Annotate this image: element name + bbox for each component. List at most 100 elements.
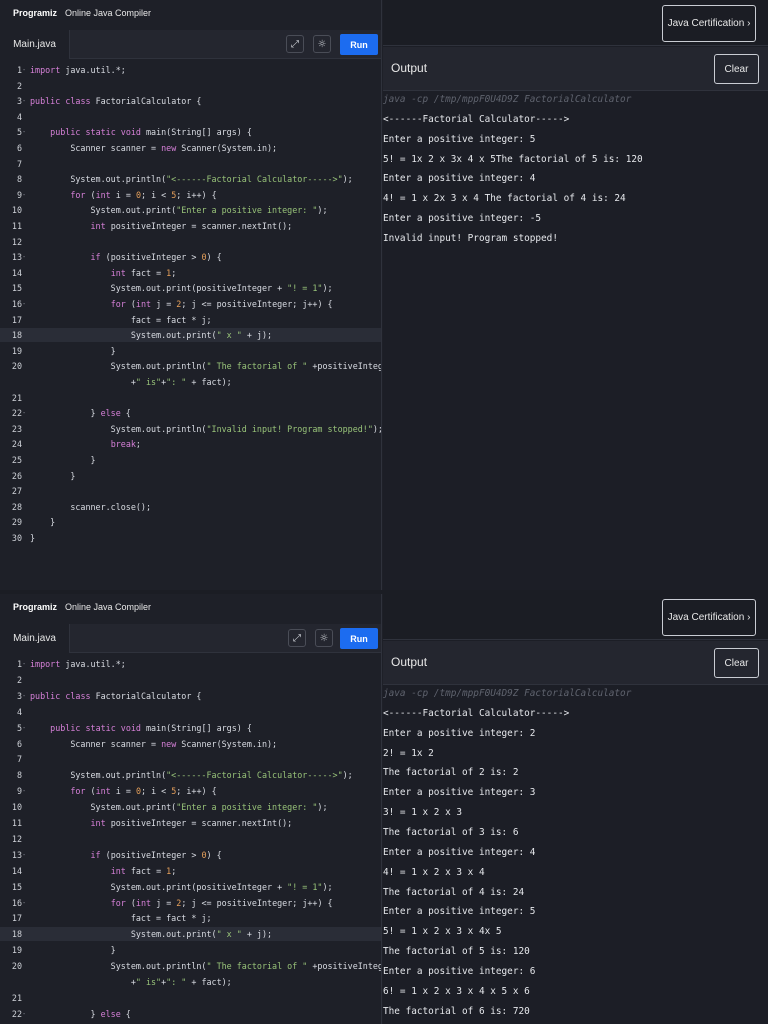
fold-toggle-icon[interactable]: -: [22, 1007, 28, 1021]
code-line[interactable]: 10 System.out.print("Enter a positive in…: [0, 800, 381, 814]
code-text: public class FactorialCalculator {: [30, 690, 202, 701]
tab-main-java[interactable]: Main.java: [0, 30, 70, 59]
java-certification-button[interactable]: Java Certification ›: [662, 599, 756, 636]
fold-toggle-icon[interactable]: -: [22, 250, 28, 264]
programiz-logo[interactable]: Programiz: [13, 602, 57, 612]
run-button[interactable]: Run: [340, 628, 378, 649]
code-line[interactable]: 12: [0, 832, 381, 846]
code-line[interactable]: 6 Scanner scanner = new Scanner(System.i…: [0, 737, 381, 751]
tab-main-java[interactable]: Main.java: [0, 624, 70, 653]
code-line[interactable]: 13- if (positiveInteger > 0) {: [0, 848, 381, 862]
fold-toggle-icon[interactable]: -: [22, 721, 28, 735]
fold-toggle-icon[interactable]: -: [22, 63, 28, 77]
code-line[interactable]: 6 Scanner scanner = new Scanner(System.i…: [0, 141, 381, 155]
code-text: for (int j = 2; j <= positiveInteger; j+…: [110, 299, 333, 309]
code-line[interactable]: 4: [0, 110, 381, 124]
line-number: 5: [16, 127, 22, 138]
code-line[interactable]: 16- for (int j = 2; j <= positiveInteger…: [0, 896, 381, 910]
code-line[interactable]: 16- for (int j = 2; j <= positiveInteger…: [0, 297, 381, 311]
code-line[interactable]: 30}: [0, 531, 381, 545]
output-line: 2! = 1x 2: [383, 747, 434, 759]
code-line[interactable]: 15 System.out.print(positiveInteger + "!…: [0, 880, 381, 894]
code-line[interactable]: 3- public class FactorialCalculator {: [0, 689, 381, 703]
code-line[interactable]: 25 }: [0, 453, 381, 467]
code-line[interactable]: 23 System.out.println("Invalid input! Pr…: [0, 422, 381, 436]
code-line[interactable]: 1- import java.util.*;: [0, 63, 381, 77]
code-line[interactable]: 22- } else {: [0, 406, 381, 420]
code-line[interactable]: 19 }: [0, 344, 381, 358]
code-line[interactable]: 28 scanner.close();: [0, 500, 381, 514]
fold-toggle-icon[interactable]: -: [22, 848, 28, 862]
code-text: System.out.print(" x " + j);: [30, 929, 273, 940]
code-line[interactable]: 14 int fact = 1;: [0, 864, 381, 878]
code-line[interactable]: 12: [0, 235, 381, 249]
code-line[interactable]: 18 System.out.print(" x " + j);: [0, 927, 381, 942]
code-text: System.out.print("Enter a positive integ…: [30, 802, 328, 813]
code-line[interactable]: 13- if (positiveInteger > 0) {: [0, 250, 381, 264]
code-line[interactable]: +" is"+": " + fact);: [0, 375, 381, 389]
code-line[interactable]: 26 }: [0, 469, 381, 483]
code-line[interactable]: 21: [0, 991, 381, 1005]
fullscreen-icon[interactable]: ⤢: [288, 629, 306, 647]
code-line[interactable]: 1- import java.util.*;: [0, 657, 381, 671]
fullscreen-icon[interactable]: ⤢: [286, 35, 304, 53]
code-editor[interactable]: 1- import java.util.*; 2 3- public class Fac…: [0, 63, 381, 563]
code-line[interactable]: 2: [0, 673, 381, 687]
code-line[interactable]: 17 fact = fact * j;: [0, 313, 381, 327]
code-line[interactable]: 18 System.out.print(" x " + j);: [0, 328, 381, 343]
code-line[interactable]: 22- } else {: [0, 1007, 381, 1021]
code-text: int positiveInteger = scanner.nextInt();: [90, 221, 293, 231]
code-line[interactable]: 8 System.out.println("<------Factorial C…: [0, 172, 381, 186]
fold-toggle-icon[interactable]: -: [22, 188, 28, 202]
code-editor[interactable]: 1- import java.util.*; 2 3- public class Fac…: [0, 657, 381, 1024]
code-line[interactable]: 9- for (int i = 0; i < 5; i++) {: [0, 784, 381, 798]
run-button[interactable]: Run: [340, 34, 378, 55]
clear-button[interactable]: Clear: [714, 54, 759, 84]
code-line[interactable]: 27: [0, 484, 381, 498]
code-line[interactable]: 15 System.out.print(positiveInteger + "!…: [0, 281, 381, 295]
code-line[interactable]: 11 int positiveInteger = scanner.nextInt…: [0, 219, 381, 233]
fold-toggle-icon[interactable]: -: [22, 297, 28, 311]
code-line[interactable]: 19 }: [0, 943, 381, 957]
theme-toggle-icon[interactable]: ☼: [313, 35, 331, 53]
code-line[interactable]: 14 int fact = 1;: [0, 266, 381, 280]
code-text: System.out.println("<------Factorial Cal…: [30, 770, 353, 781]
theme-toggle-icon[interactable]: ☼: [315, 629, 333, 647]
code-line[interactable]: 20 System.out.println(" The factorial of…: [0, 359, 381, 373]
code-text: for (int i = 0; i < 5; i++) {: [70, 786, 217, 797]
code-line[interactable]: 3- public class FactorialCalculator {: [0, 94, 381, 108]
line-number: 21: [11, 992, 22, 1003]
code-line[interactable]: 5- public static void main(String[] args…: [0, 125, 381, 139]
clear-button[interactable]: Clear: [714, 648, 759, 678]
fold-toggle-icon[interactable]: -: [22, 406, 28, 420]
fold-toggle-icon[interactable]: -: [22, 689, 28, 703]
output-line: The factorial of 4 is: 24: [383, 886, 525, 898]
code-text: +" is"+": " + fact);: [30, 377, 232, 387]
code-line[interactable]: 7: [0, 752, 381, 766]
code-line[interactable]: 24 break;: [0, 437, 381, 451]
code-line[interactable]: 8 System.out.println("<------Factorial C…: [0, 768, 381, 782]
code-line[interactable]: +" is"+": " + fact);: [0, 975, 381, 989]
programiz-logo[interactable]: Programiz: [13, 8, 57, 18]
code-line[interactable]: 4: [0, 705, 381, 719]
java-certification-button[interactable]: Java Certification ›: [662, 5, 756, 42]
code-text: int fact = 1;: [110, 267, 177, 278]
code-line[interactable]: 2: [0, 79, 381, 93]
line-number: 24: [11, 439, 22, 450]
code-line[interactable]: 10 System.out.print("Enter a positive in…: [0, 203, 381, 217]
fold-toggle-icon[interactable]: -: [22, 784, 28, 798]
line-number: 14: [11, 267, 22, 278]
code-line[interactable]: 20 System.out.println(" The factorial of…: [0, 959, 381, 973]
fold-toggle-icon[interactable]: -: [22, 896, 28, 910]
code-line[interactable]: 21: [0, 391, 381, 405]
fold-toggle-icon[interactable]: -: [22, 657, 28, 671]
code-line[interactable]: 7: [0, 157, 381, 171]
fold-toggle-icon[interactable]: -: [22, 125, 28, 139]
code-line[interactable]: 29 }: [0, 515, 381, 529]
code-line[interactable]: 17 fact = fact * j;: [0, 911, 381, 925]
code-line[interactable]: 11 int positiveInteger = scanner.nextInt…: [0, 816, 381, 830]
fold-toggle-icon[interactable]: -: [22, 94, 28, 108]
code-line[interactable]: 9- for (int i = 0; i < 5; i++) {: [0, 188, 381, 202]
line-number: 17: [11, 913, 22, 924]
code-line[interactable]: 5- public static void main(String[] args…: [0, 721, 381, 735]
